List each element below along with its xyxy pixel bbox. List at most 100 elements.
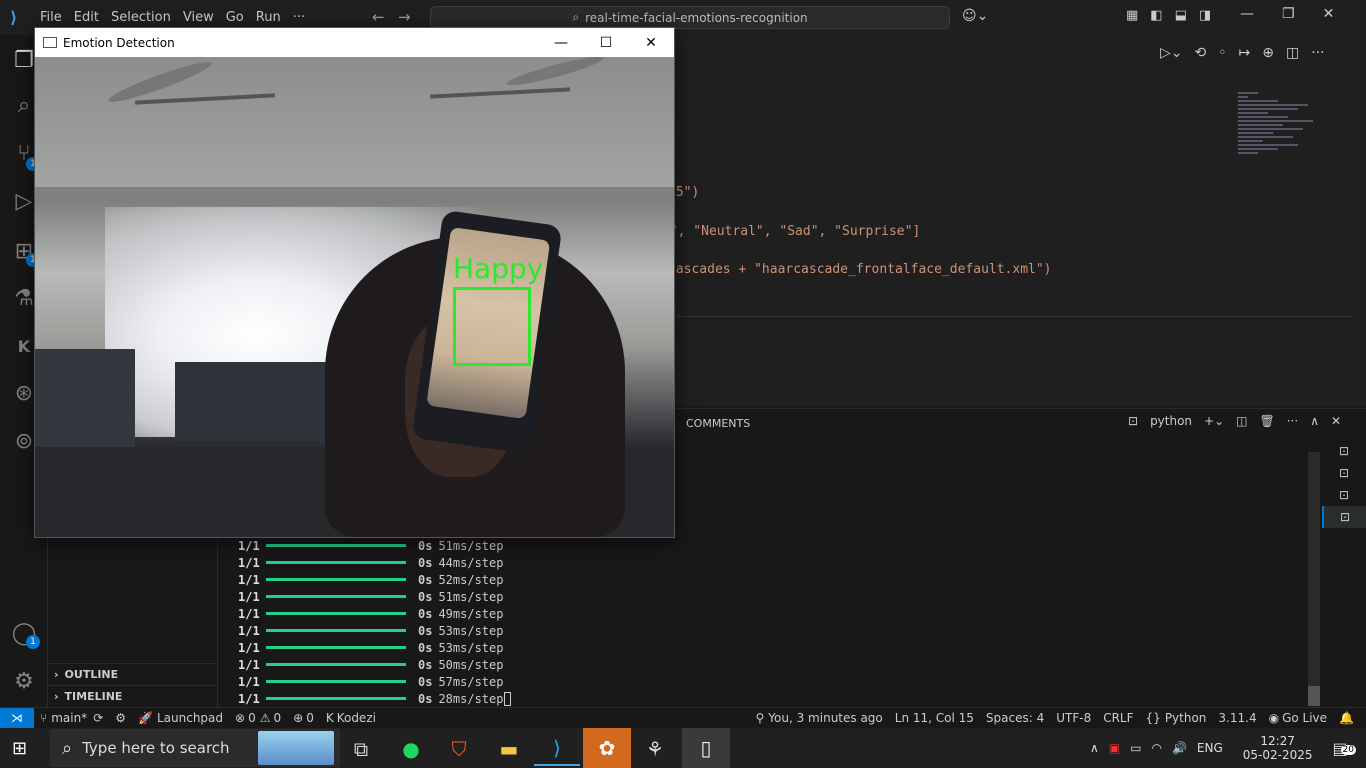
accounts-icon[interactable]: ◯: [0, 613, 48, 653]
timeline-section[interactable]: › TIMELINE: [48, 685, 218, 707]
maximize-icon[interactable]: ☐: [583, 28, 629, 57]
more-icon[interactable]: ···: [1287, 414, 1298, 428]
encoding[interactable]: UTF-8: [1056, 711, 1091, 725]
terminal-instance-icon[interactable]: ⊡: [1322, 484, 1366, 506]
command-center[interactable]: ⌕ real-time-facial-emotions-recognition: [430, 6, 950, 29]
close-icon[interactable]: ✕: [1323, 6, 1335, 22]
more-actions-icon[interactable]: ···: [1311, 45, 1324, 61]
step-label: 1/1: [238, 606, 260, 621]
menu-more[interactable]: ···: [287, 10, 311, 25]
vscode-taskbar-icon[interactable]: ⟩: [534, 732, 580, 766]
run-icon[interactable]: ▷⌄: [1160, 45, 1183, 61]
git-blame[interactable]: You, 3 minutes ago: [768, 711, 882, 725]
split-terminal-icon[interactable]: ◫: [1236, 414, 1247, 428]
code-line[interactable]: cascades + "haarcascade_frontalface_defa…: [668, 262, 1052, 277]
rate-label: 57ms/step: [438, 674, 504, 689]
windows-start-icon[interactable]: ⊞: [12, 738, 27, 759]
emotion-detection-window[interactable]: Emotion Detection — ☐ ✕ Happy: [34, 27, 675, 538]
minimize-icon[interactable]: —: [538, 28, 584, 57]
pdf-reader-icon[interactable]: ▣: [1109, 741, 1120, 755]
layout-icon[interactable]: ▦: [1126, 8, 1138, 23]
minimap[interactable]: [1238, 90, 1338, 190]
close-panel-icon[interactable]: ✕: [1331, 414, 1341, 428]
notepad-icon[interactable]: ▯: [682, 728, 730, 768]
outline-section[interactable]: › OUTLINE: [48, 663, 218, 685]
maximize-panel-icon[interactable]: ∧: [1310, 414, 1319, 428]
taskbar-search-placeholder: Type here to search: [82, 739, 230, 757]
settings-gear-icon[interactable]: ⚙: [0, 661, 48, 701]
terminal-cursor[interactable]: [504, 691, 512, 706]
git-icon[interactable]: ⊕: [1262, 45, 1274, 61]
menu-selection[interactable]: Selection: [105, 10, 177, 25]
menu-run[interactable]: Run: [250, 10, 287, 25]
scrollbar-thumb[interactable]: [1308, 686, 1320, 706]
notification-center-icon[interactable]: ▤ 20: [1333, 739, 1356, 758]
file-explorer-icon[interactable]: ▬: [486, 732, 532, 766]
menu-edit[interactable]: Edit: [68, 10, 105, 25]
task-view-icon[interactable]: ⧉: [338, 732, 384, 766]
terminal-instance-icon[interactable]: ⊡: [1322, 462, 1366, 484]
wifi-icon[interactable]: ◠: [1151, 741, 1161, 755]
terminal-row: 1/1 0s 44ms/step: [238, 554, 503, 571]
toggle-sidebar-icon[interactable]: ◧: [1150, 8, 1162, 23]
error-count[interactable]: 0: [248, 711, 256, 725]
toggle-panel-icon[interactable]: ⬓: [1175, 8, 1187, 23]
clock[interactable]: 12:27 05-02-2025: [1243, 734, 1313, 762]
compare-icon[interactable]: ⟲: [1195, 45, 1207, 61]
python-version[interactable]: 3.11.4: [1218, 711, 1256, 725]
go-live[interactable]: Go Live: [1282, 711, 1327, 725]
kodezi-label[interactable]: Kodezi: [337, 711, 376, 725]
brave-icon[interactable]: ⛉: [436, 732, 482, 766]
spotify-icon[interactable]: ●: [388, 732, 434, 766]
language-mode[interactable]: Python: [1165, 711, 1207, 725]
menu-view[interactable]: View: [177, 10, 220, 25]
toggle-secondary-icon[interactable]: ◨: [1199, 8, 1211, 23]
remote-indicator-icon[interactable]: ⋊: [0, 707, 34, 729]
terminal-instance-icon[interactable]: ⊡: [1322, 440, 1366, 462]
terminal-scrollbar[interactable]: [1308, 452, 1320, 706]
time-label: 0s: [418, 555, 433, 570]
python-app-icon[interactable]: ✿: [583, 728, 631, 768]
close-icon[interactable]: ✕: [628, 28, 674, 57]
notifications-bell-icon[interactable]: 🔔: [1339, 711, 1354, 725]
tab-comments[interactable]: COMMENTS: [686, 417, 750, 430]
terminal-row: 1/1 0s 28ms/step: [238, 690, 512, 707]
minimize-icon[interactable]: —: [1240, 6, 1254, 22]
forward-arrow-icon[interactable]: →: [398, 8, 411, 26]
menu-file[interactable]: File: [34, 10, 68, 25]
trash-icon[interactable]: 🗑: [1260, 414, 1275, 428]
copilot-icon[interactable]: ☺⌄: [962, 8, 988, 24]
terminal-name[interactable]: python: [1150, 414, 1192, 428]
layout-controls: ▦ ◧ ⬓ ◨: [1126, 8, 1211, 23]
line-ending[interactable]: CRLF: [1103, 711, 1133, 725]
split-editor-icon[interactable]: ◫: [1286, 45, 1299, 61]
editor-toolbar: ▷⌄ ⟲ ◦ ↦ ⊕ ◫ ···: [1160, 42, 1360, 64]
language-indicator[interactable]: ENG: [1197, 741, 1223, 755]
terminal-row: 1/1 0s 53ms/step: [238, 622, 503, 639]
branch-name[interactable]: main*: [51, 711, 87, 725]
show-hidden-icons[interactable]: ∧: [1090, 741, 1099, 755]
warning-count[interactable]: 0: [273, 711, 281, 725]
golive-icon: ◉: [1268, 711, 1280, 725]
back-arrow-icon[interactable]: ←: [372, 8, 385, 26]
cursor-position[interactable]: Ln 11, Col 15: [895, 711, 974, 725]
chatgpt-icon[interactable]: ⚘: [632, 732, 678, 766]
restore-icon[interactable]: ❐: [1282, 6, 1295, 22]
step-label: 1/1: [238, 555, 260, 570]
next-change-icon[interactable]: ↦: [1239, 45, 1251, 61]
launchpad-label[interactable]: Launchpad: [157, 711, 223, 725]
volume-icon[interactable]: 🔊: [1172, 741, 1187, 755]
terminal-instance-icon[interactable]: ⊡: [1322, 506, 1366, 528]
ports-count[interactable]: 0: [306, 711, 314, 725]
indentation[interactable]: Spaces: 4: [986, 711, 1044, 725]
new-terminal-icon[interactable]: +⌄: [1204, 414, 1224, 428]
battery-icon[interactable]: ▭: [1130, 741, 1141, 755]
window-titlebar[interactable]: Emotion Detection — ☐ ✕: [35, 28, 674, 57]
taskbar-search[interactable]: ⌕ Type here to search: [50, 729, 340, 767]
step-label: 1/1: [238, 538, 260, 553]
menu-go[interactable]: Go: [220, 10, 250, 25]
dot-icon[interactable]: ◦: [1218, 45, 1226, 61]
code-line[interactable]: y", "Neutral", "Sad", "Surprise"]: [662, 224, 920, 239]
debug-icon[interactable]: ⚙: [115, 711, 126, 725]
sync-icon[interactable]: ⟳: [93, 711, 103, 725]
